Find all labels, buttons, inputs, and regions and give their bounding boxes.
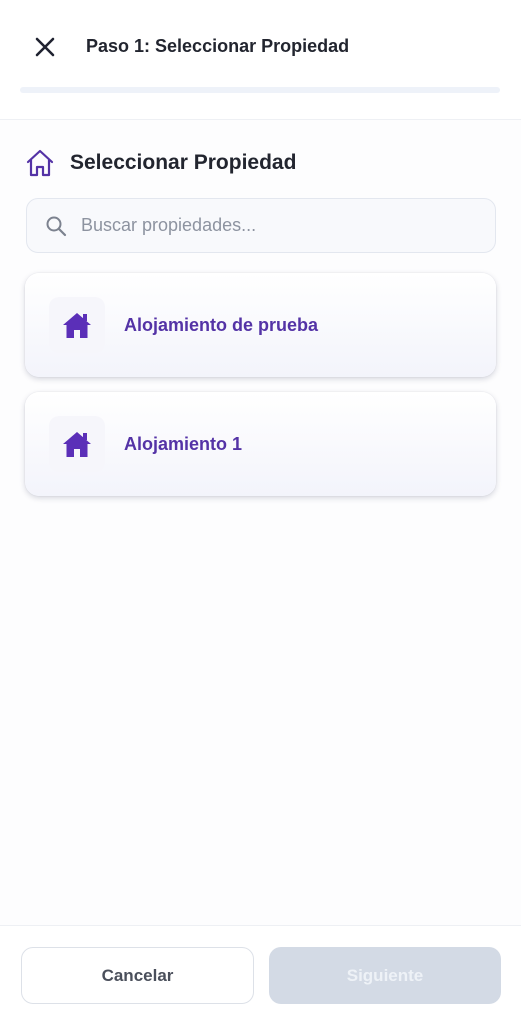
property-name: Alojamiento 1	[124, 433, 243, 454]
footer: Cancelar Siguiente	[0, 925, 521, 1024]
progress-bar	[20, 87, 500, 93]
close-button[interactable]	[30, 32, 60, 62]
cancel-button[interactable]: Cancelar	[21, 947, 254, 1004]
section-title: Seleccionar Propiedad	[70, 151, 297, 174]
property-icon-container	[49, 297, 105, 353]
property-name: Alojamiento de prueba	[124, 314, 319, 335]
search-box[interactable]	[26, 198, 496, 253]
close-icon	[35, 37, 55, 57]
property-card[interactable]: Alojamiento 1	[25, 392, 496, 496]
header: Paso 1: Seleccionar Propiedad	[0, 0, 521, 120]
search-input[interactable]	[81, 215, 461, 236]
next-button[interactable]: Siguiente	[269, 947, 501, 1004]
home-outline-icon	[26, 149, 54, 177]
search-icon	[43, 213, 69, 239]
home-icon	[63, 313, 91, 338]
page-title: Paso 1: Seleccionar Propiedad	[86, 36, 350, 56]
home-icon	[63, 432, 91, 457]
property-icon-container	[49, 416, 105, 472]
property-card[interactable]: Alojamiento de prueba	[25, 273, 496, 377]
section-header: Seleccionar Propiedad	[24, 146, 296, 180]
